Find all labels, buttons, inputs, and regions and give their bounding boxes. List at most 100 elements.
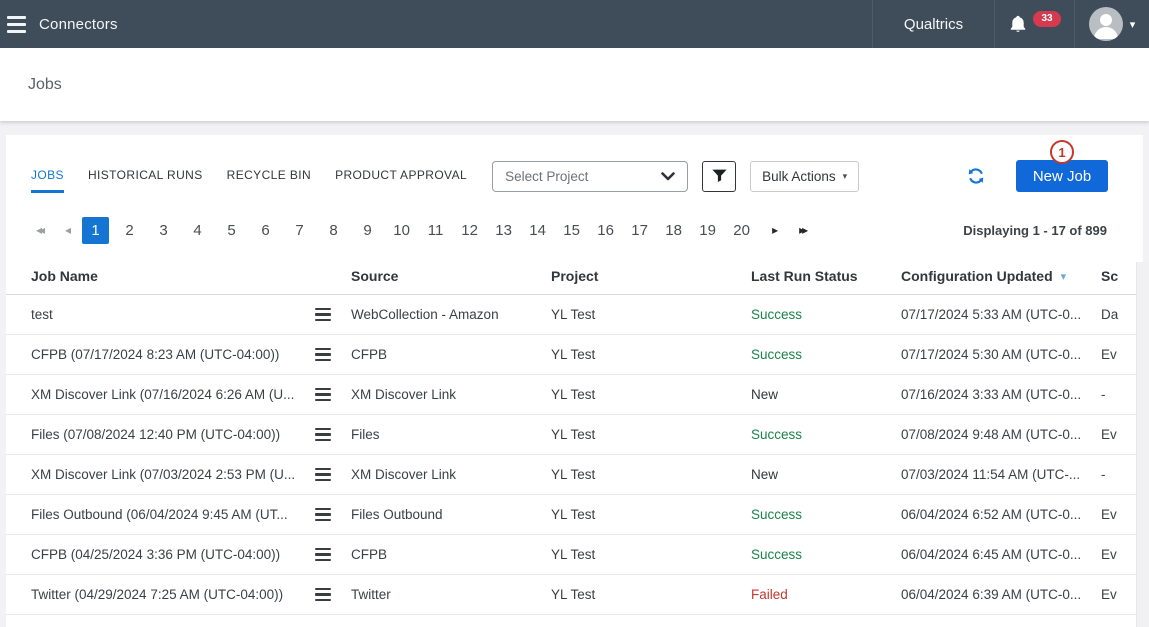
sort-descending-icon: ▾ bbox=[1061, 270, 1067, 283]
row-menu-icon[interactable] bbox=[315, 468, 333, 481]
page-button-14[interactable]: 14 bbox=[524, 217, 551, 244]
page-button-1[interactable]: 1 bbox=[82, 217, 109, 244]
job-updated: 06/04/2024 6:45 AM (UTC-0... bbox=[901, 547, 1101, 562]
job-project: YL Test bbox=[551, 507, 751, 522]
column-header-job-name[interactable]: Job Name bbox=[31, 268, 351, 284]
tab-bar: JOBS HISTORICAL RUNS RECYCLE BIN PRODUCT… bbox=[31, 168, 467, 184]
job-project: YL Test bbox=[551, 467, 751, 482]
row-menu-icon[interactable] bbox=[315, 348, 333, 361]
page-button-2[interactable]: 2 bbox=[116, 217, 143, 244]
row-menu-icon[interactable] bbox=[315, 428, 333, 441]
table-header-row: Job Name Source Project Last Run Status … bbox=[6, 258, 1143, 295]
column-header-last-run-status[interactable]: Last Run Status bbox=[751, 268, 901, 284]
filter-funnel-icon bbox=[711, 168, 728, 184]
column-header-project[interactable]: Project bbox=[551, 268, 751, 284]
job-status: Failed bbox=[751, 587, 901, 602]
job-project: YL Test bbox=[551, 347, 751, 362]
vertical-scrollbar-track[interactable] bbox=[1136, 262, 1149, 627]
column-header-configuration-updated[interactable]: Configuration Updated ▾ bbox=[901, 268, 1101, 284]
notifications-button[interactable]: 33 bbox=[994, 0, 1074, 48]
row-menu-icon[interactable] bbox=[315, 508, 333, 521]
row-menu-icon[interactable] bbox=[315, 308, 333, 321]
previous-page-icon[interactable]: ◂ bbox=[65, 223, 71, 237]
page-button-3[interactable]: 3 bbox=[150, 217, 177, 244]
filter-button[interactable] bbox=[702, 161, 736, 192]
job-project: YL Test bbox=[551, 547, 751, 562]
job-updated: 06/04/2024 6:52 AM (UTC-0... bbox=[901, 507, 1101, 522]
page-button-5[interactable]: 5 bbox=[218, 217, 245, 244]
page-button-8[interactable]: 8 bbox=[320, 217, 347, 244]
page-button-18[interactable]: 18 bbox=[660, 217, 687, 244]
avatar bbox=[1089, 7, 1123, 41]
row-menu-icon[interactable] bbox=[315, 548, 333, 561]
tab-product-approval[interactable]: PRODUCT APPROVAL bbox=[335, 168, 467, 184]
job-source: Files Outbound bbox=[351, 507, 551, 522]
brand-menu[interactable]: Qualtrics bbox=[872, 0, 994, 48]
page-button-16[interactable]: 16 bbox=[592, 217, 619, 244]
job-project: YL Test bbox=[551, 427, 751, 442]
job-project: YL Test bbox=[551, 387, 751, 402]
table-row[interactable]: XM Discover Link (07/03/2024 2:53 PM (U.… bbox=[6, 455, 1143, 495]
job-status: Success bbox=[751, 307, 901, 322]
top-navigation-bar: Connectors Qualtrics 33 ▾ bbox=[0, 0, 1149, 48]
bell-icon bbox=[1008, 14, 1028, 34]
job-source: XM Discover Link bbox=[351, 467, 551, 482]
table-row[interactable]: Files (07/08/2024 12:40 PM (UTC-04:00)) … bbox=[6, 415, 1143, 455]
row-menu-icon[interactable] bbox=[315, 388, 333, 401]
refresh-icon bbox=[967, 167, 985, 185]
notification-count-badge: 33 bbox=[1033, 11, 1060, 27]
page-button-15[interactable]: 15 bbox=[558, 217, 585, 244]
page-button-9[interactable]: 9 bbox=[354, 217, 381, 244]
job-status: Success bbox=[751, 427, 901, 442]
menu-icon[interactable] bbox=[0, 0, 36, 48]
page-button-11[interactable]: 11 bbox=[422, 217, 449, 244]
project-select-value: Select Project bbox=[505, 169, 661, 184]
last-page-icon[interactable]: ▸▸ bbox=[799, 223, 808, 237]
displaying-summary: Displaying 1 - 17 of 899 bbox=[963, 223, 1107, 238]
page-button-7[interactable]: 7 bbox=[286, 217, 313, 244]
page-button-12[interactable]: 12 bbox=[456, 217, 483, 244]
table-row[interactable]: test WebCollection - Amazon YL Test Succ… bbox=[6, 295, 1143, 335]
job-updated: 06/04/2024 6:39 AM (UTC-0... bbox=[901, 587, 1101, 602]
chevron-down-icon bbox=[661, 172, 675, 181]
page-button-10[interactable]: 10 bbox=[388, 217, 415, 244]
job-name: Files Outbound (06/04/2024 9:45 AM (UT..… bbox=[31, 507, 315, 522]
column-header-source[interactable]: Source bbox=[351, 268, 551, 284]
page-button-4[interactable]: 4 bbox=[184, 217, 211, 244]
pagination-bar: ◂◂ ◂ 1234567891011121314151617181920 ▸ ▸… bbox=[6, 192, 1143, 244]
page-title: Jobs bbox=[28, 76, 62, 94]
new-job-wrap: 1 New Job bbox=[1016, 160, 1108, 192]
job-source: CFPB bbox=[351, 347, 551, 362]
topbar-right-section: Qualtrics 33 ▾ bbox=[872, 0, 1149, 48]
tab-jobs[interactable]: JOBS bbox=[31, 168, 64, 184]
next-page-icon[interactable]: ▸ bbox=[772, 223, 778, 237]
page-button-6[interactable]: 6 bbox=[252, 217, 279, 244]
table-row[interactable]: CFPB (04/25/2024 3:36 PM (UTC-04:00)) CF… bbox=[6, 535, 1143, 575]
job-name: CFPB (07/17/2024 8:23 AM (UTC-04:00)) bbox=[31, 347, 315, 362]
refresh-button[interactable] bbox=[967, 167, 985, 185]
table-row[interactable]: XM Discover Link (07/16/2024 6:26 AM (U.… bbox=[6, 375, 1143, 415]
page-button-13[interactable]: 13 bbox=[490, 217, 517, 244]
first-page-icon[interactable]: ◂◂ bbox=[36, 223, 45, 237]
brand-label: Qualtrics bbox=[904, 16, 963, 33]
page-button-20[interactable]: 20 bbox=[728, 217, 755, 244]
jobs-table: Job Name Source Project Last Run Status … bbox=[6, 258, 1143, 615]
row-menu-icon[interactable] bbox=[315, 588, 333, 601]
job-status: Success bbox=[751, 507, 901, 522]
tab-recycle-bin[interactable]: RECYCLE BIN bbox=[227, 168, 311, 184]
page-button-19[interactable]: 19 bbox=[694, 217, 721, 244]
job-project: YL Test bbox=[551, 307, 751, 322]
new-job-button[interactable]: New Job bbox=[1016, 160, 1108, 192]
caret-down-icon: ▾ bbox=[843, 171, 848, 182]
page-button-17[interactable]: 17 bbox=[626, 217, 653, 244]
table-row[interactable]: Twitter (04/29/2024 7:25 AM (UTC-04:00))… bbox=[6, 575, 1143, 615]
tab-historical-runs[interactable]: HISTORICAL RUNS bbox=[88, 168, 203, 184]
job-status: Success bbox=[751, 547, 901, 562]
table-row[interactable]: CFPB (07/17/2024 8:23 AM (UTC-04:00)) CF… bbox=[6, 335, 1143, 375]
project-select-dropdown[interactable]: Select Project bbox=[492, 161, 688, 192]
job-name: Files (07/08/2024 12:40 PM (UTC-04:00)) bbox=[31, 427, 315, 442]
table-body: test WebCollection - Amazon YL Test Succ… bbox=[6, 295, 1143, 615]
account-menu[interactable]: ▾ bbox=[1074, 0, 1149, 48]
table-row[interactable]: Files Outbound (06/04/2024 9:45 AM (UT..… bbox=[6, 495, 1143, 535]
bulk-actions-dropdown[interactable]: Bulk Actions ▾ bbox=[750, 161, 859, 192]
